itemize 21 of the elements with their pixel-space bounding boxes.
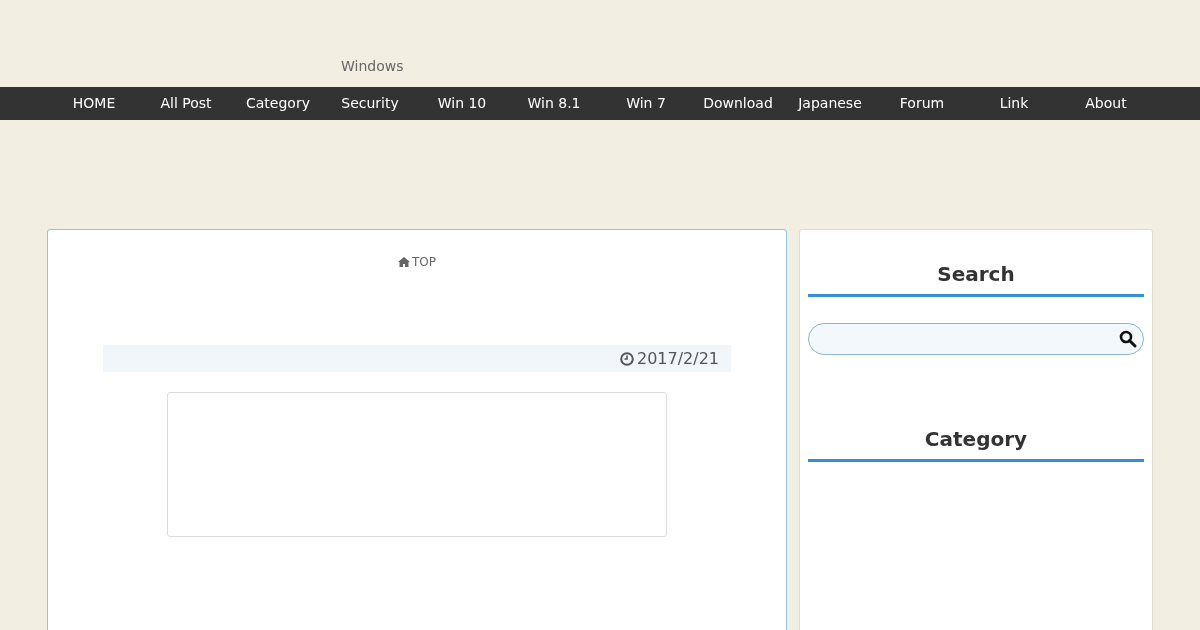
nav-link[interactable]: Win 7 — [600, 87, 692, 120]
search-icon — [1119, 330, 1137, 348]
site-description: Windows — [341, 58, 404, 74]
widget-title: Category — [808, 427, 1144, 462]
nav-link[interactable]: Download — [692, 87, 784, 120]
nav-link[interactable]: Win 8.1 — [508, 87, 600, 120]
widget-title: Search — [808, 262, 1144, 297]
breadcrumb-link[interactable]: TOP — [398, 255, 436, 269]
nav-link[interactable]: Win 10 — [416, 87, 508, 120]
nav-link[interactable]: Forum — [876, 87, 968, 120]
nav-link[interactable]: All Post — [140, 87, 232, 120]
nav-link[interactable]: Category — [232, 87, 324, 120]
clock-icon — [619, 351, 634, 366]
search-field[interactable] — [808, 323, 1144, 355]
nav-link[interactable]: About — [1060, 87, 1152, 120]
nav-link[interactable]: Security — [324, 87, 416, 120]
post-date: 2017/2/21 — [619, 349, 719, 368]
nav-link[interactable]: Link — [968, 87, 1060, 120]
nav-link[interactable]: Japanese — [784, 87, 876, 120]
home-icon — [398, 257, 410, 267]
nav-link[interactable]: HOME — [48, 87, 140, 120]
